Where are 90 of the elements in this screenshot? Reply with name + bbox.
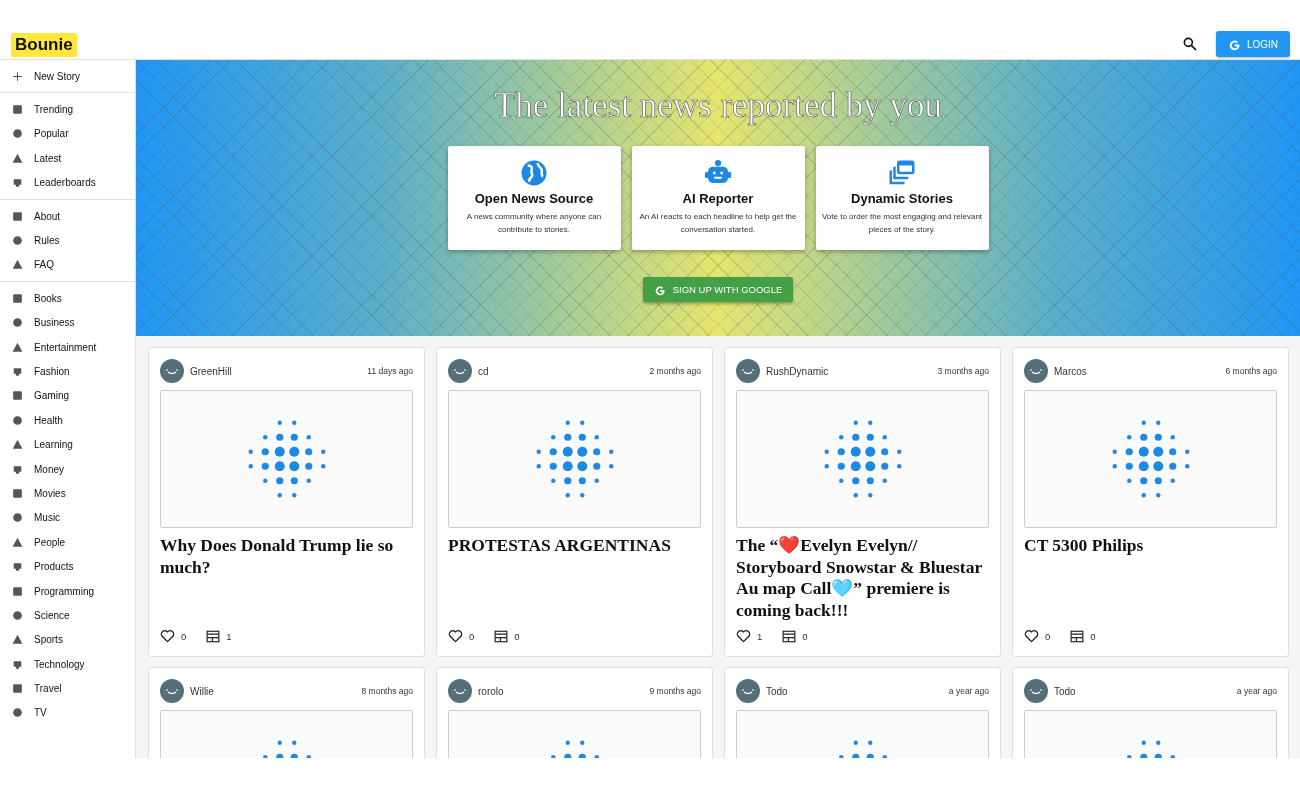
calendar-grid-icon xyxy=(782,629,797,643)
story-title[interactable]: PROTESTAS ARGENTINAS xyxy=(448,535,701,629)
avatar-icon xyxy=(448,359,472,383)
sidebar-item[interactable]: Products xyxy=(0,554,135,579)
globe-icon xyxy=(519,158,549,188)
like-count: 0 xyxy=(469,630,475,642)
story-card[interactable]: rorolo 9 months ago xyxy=(436,667,713,758)
author-name[interactable]: Todo xyxy=(766,685,788,697)
story-title[interactable]: CT 5300 Philips xyxy=(1024,535,1277,629)
sidebar-item[interactable]: Books xyxy=(0,286,135,311)
avatar-icon xyxy=(736,359,760,383)
author-name[interactable]: Todo xyxy=(1054,685,1076,697)
sidebar-item[interactable]: Sports xyxy=(0,627,135,652)
calendar-grid-icon xyxy=(206,629,221,643)
story-card[interactable]: GreenHill 11 days ago Why Does Donald Trump lie so much? 0 1 xyxy=(148,347,425,657)
author-name[interactable]: RushDynamic xyxy=(766,365,829,377)
author-name[interactable]: GreenHill xyxy=(190,365,232,377)
story-card[interactable]: Willie 8 months ago xyxy=(148,667,425,758)
sidebar-item[interactable]: About xyxy=(0,203,135,229)
sidebar-item[interactable]: Fashion xyxy=(0,359,135,384)
avatar-icon xyxy=(1024,679,1048,703)
comment-count: 0 xyxy=(514,630,520,642)
sidebar-item[interactable]: Rules xyxy=(0,228,135,253)
post-time: 3 months ago xyxy=(937,366,989,376)
story-card[interactable]: Marcos 6 months ago CT 5300 Philips 0 0 xyxy=(1012,347,1289,657)
sidebar-item[interactable]: Music xyxy=(0,505,135,531)
avatar-icon xyxy=(448,679,472,703)
avatar-icon xyxy=(1024,359,1048,383)
sidebar-item[interactable]: Learning xyxy=(0,432,135,457)
calendar-grid-icon xyxy=(1070,629,1085,643)
story-title[interactable]: Why Does Donald Trump lie so much? xyxy=(160,535,413,629)
story-title[interactable]: The “❤Evelyn Evelyn// Storyboard Snowstar & Bluestar Au map Call🩵” premiere is coming back!!! xyxy=(736,535,989,629)
post-time: 2 months ago xyxy=(649,366,701,376)
feature-title: AI Reporter xyxy=(682,191,754,206)
feature-text: A news community where anyone can contribute to stories. xyxy=(465,211,603,236)
sidebar-item[interactable]: Popular xyxy=(0,121,135,147)
post-time: a year ago xyxy=(948,686,989,696)
heart-icon[interactable] xyxy=(160,629,175,643)
like-count: 1 xyxy=(757,630,763,642)
sidebar-item[interactable]: Technology xyxy=(0,652,135,677)
sidebar-item[interactable]: People xyxy=(0,530,135,555)
heart-icon[interactable] xyxy=(736,629,751,643)
sidebar-item[interactable]: Movies xyxy=(0,481,135,506)
sidebar-item[interactable]: Entertainment xyxy=(0,334,135,360)
comment-count: 1 xyxy=(226,630,232,642)
post-time: 9 months ago xyxy=(649,686,701,696)
story-card[interactable]: cd 2 months ago PROTESTAS ARGENTINAS 0 0 xyxy=(436,347,713,657)
post-time: a year ago xyxy=(1236,686,1277,696)
feature-text: Vote to order the most engaging and relevant pieces of the story. xyxy=(821,211,983,236)
post-time: 6 months ago xyxy=(1225,366,1277,376)
story-card[interactable]: Todo a year ago xyxy=(1012,667,1289,758)
comment-count: 0 xyxy=(1090,630,1096,642)
sidebar-item[interactable]: Science xyxy=(0,603,135,628)
sidebar-item[interactable]: Latest xyxy=(0,146,135,171)
story-card[interactable]: Todo a year ago xyxy=(724,667,1001,758)
sidebar-item[interactable]: Business xyxy=(0,310,135,335)
author-name[interactable]: Willie xyxy=(190,685,214,697)
author-name[interactable]: Marcos xyxy=(1054,365,1087,377)
logo[interactable]: Bounie xyxy=(11,33,77,57)
author-name[interactable]: rorolo xyxy=(478,685,504,697)
sidebar-item[interactable]: FAQ xyxy=(0,252,135,278)
post-time: 11 days ago xyxy=(367,366,413,376)
sidebar-item[interactable]: Travel xyxy=(0,676,135,701)
avatar-icon xyxy=(160,359,184,383)
sidebar-item[interactable]: Health xyxy=(0,408,135,433)
like-count: 0 xyxy=(181,630,187,642)
feature-title: Dynamic Stories xyxy=(851,191,953,206)
sidebar-item[interactable]: Trending xyxy=(0,97,135,122)
post-time: 8 months ago xyxy=(361,686,413,696)
heart-icon[interactable] xyxy=(448,629,463,643)
google-icon xyxy=(653,283,666,296)
sidebar-item[interactable]: Money xyxy=(0,456,135,482)
sidebar-item[interactable]: New Story xyxy=(0,64,135,89)
feature-title: Open News Source xyxy=(474,191,594,206)
sidebar-item[interactable]: Gaming xyxy=(0,383,135,409)
search-icon[interactable] xyxy=(1181,36,1198,52)
calendar-grid-icon xyxy=(494,629,509,643)
sidebar-item[interactable]: Leaderboards xyxy=(0,170,135,195)
heart-icon[interactable] xyxy=(1024,629,1039,643)
avatar-icon xyxy=(736,679,760,703)
like-count: 0 xyxy=(1045,630,1051,642)
plus-icon xyxy=(11,69,24,83)
author-name[interactable]: cd xyxy=(478,365,489,377)
story-card[interactable]: RushDynamic 3 months ago The “❤Evelyn Evelyn// Storyboard Snowstar & Bluestar Au map Call🩵” premiere is coming back!!! 1 0 xyxy=(724,347,1001,657)
sidebar-item[interactable]: TV xyxy=(0,700,135,726)
avatar-icon xyxy=(160,679,184,703)
sidebar-item[interactable]: Programming xyxy=(0,578,135,604)
hero-title: The latest news reported by you xyxy=(493,86,943,126)
comment-count: 0 xyxy=(802,630,808,642)
feature-text: An AI reacts to each headline to help get the conversation started. xyxy=(638,211,798,236)
